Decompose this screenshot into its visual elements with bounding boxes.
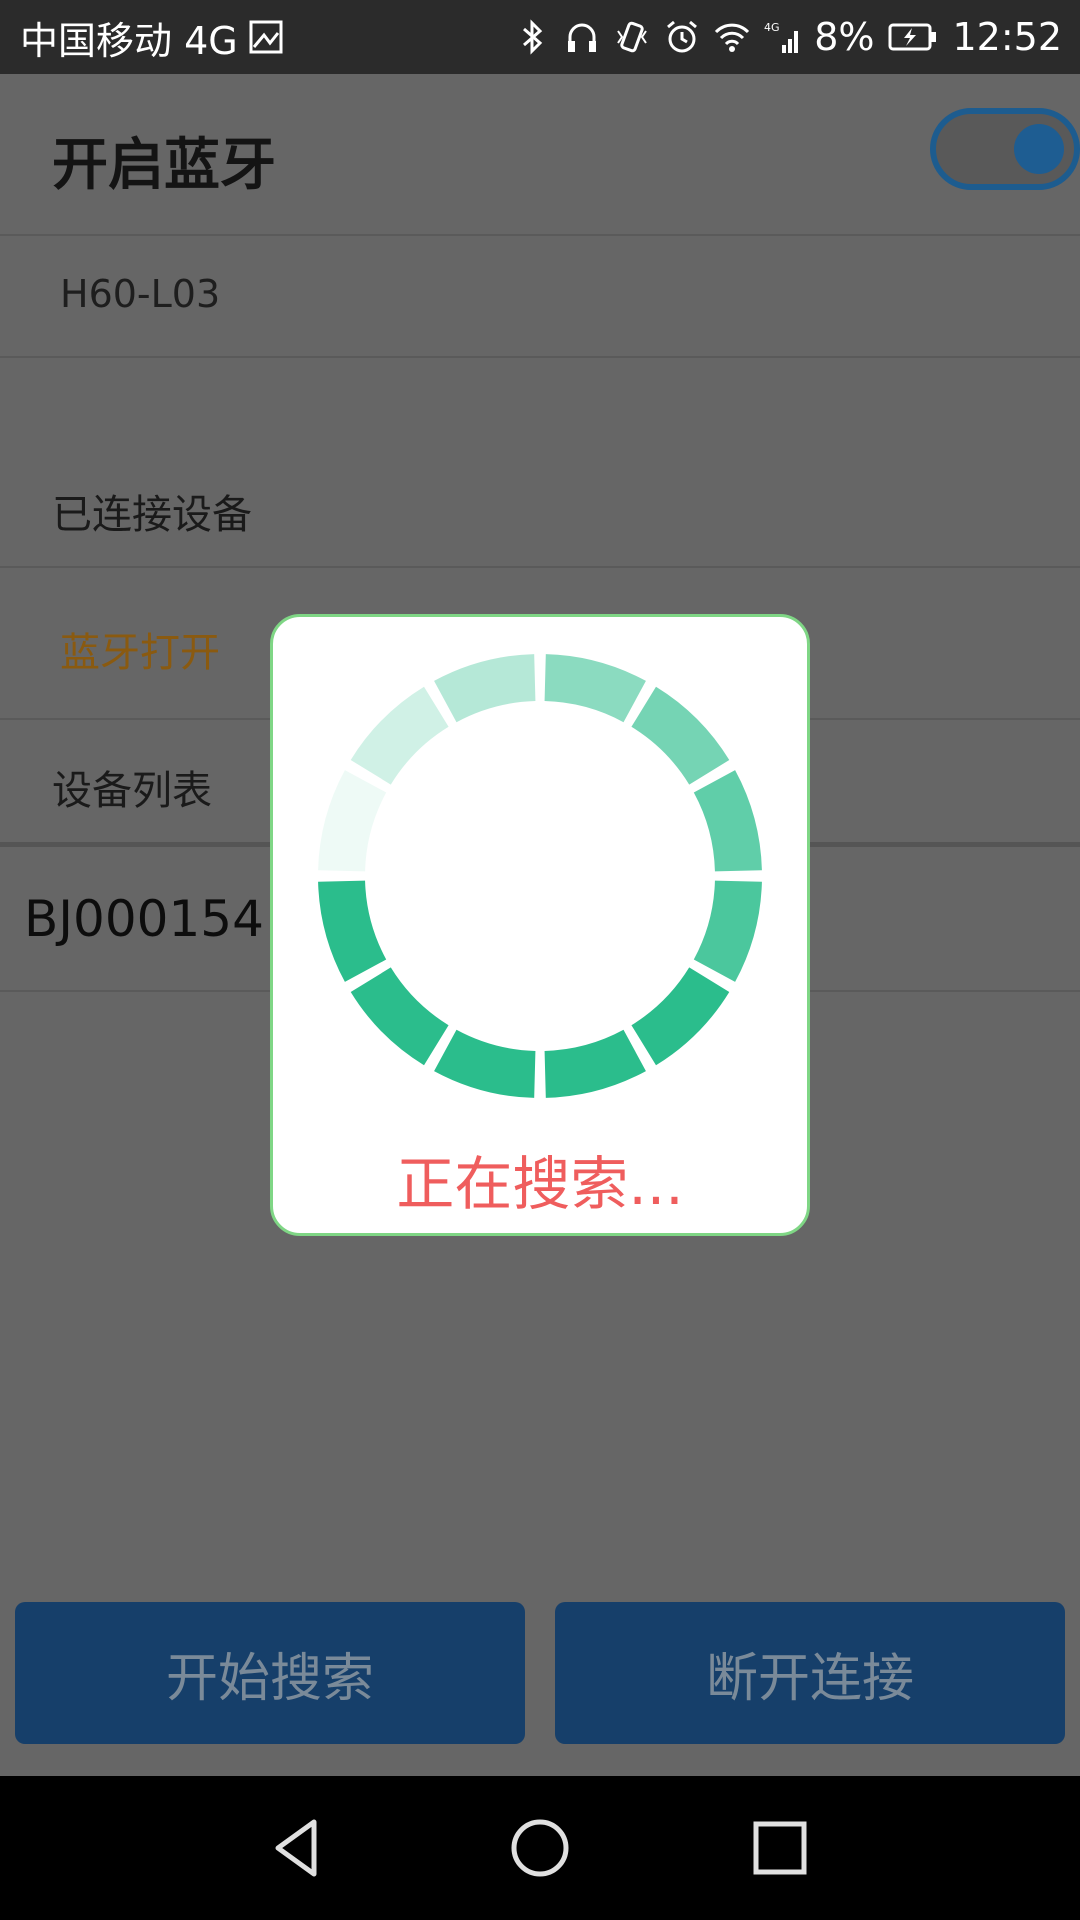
spinner-segment: [350, 686, 449, 785]
vibrate-icon: [614, 19, 650, 55]
back-icon[interactable]: [264, 1812, 336, 1884]
spinner-segment: [693, 880, 762, 982]
status-bar: 中国移动 4G 4G 8% 12:52: [0, 0, 1080, 74]
spinner-segment: [693, 770, 762, 872]
network-type-label: 4G: [764, 21, 780, 34]
navigation-bar: [0, 1776, 1080, 1920]
spinner-segment: [544, 1029, 646, 1098]
divider: [0, 234, 1080, 236]
searching-dialog: 正在搜索...: [270, 614, 810, 1236]
home-icon[interactable]: [504, 1812, 576, 1884]
battery-percent: 8%: [814, 15, 875, 59]
spinner-segment: [631, 686, 730, 785]
connected-devices-label: 已连接设备: [52, 492, 252, 538]
spinner-segment: [631, 967, 730, 1066]
spinner-segment: [434, 654, 536, 723]
spinner-segment: [318, 880, 387, 982]
spinner-segment: [318, 770, 387, 872]
status-bar-left: 中国移动 4G: [20, 0, 284, 74]
toggle-knob: [1014, 124, 1064, 174]
carrier-label: 中国移动 4G: [20, 18, 238, 63]
spinner-segment: [434, 1029, 536, 1098]
battery-charging-icon: [888, 19, 938, 55]
searching-message: 正在搜索...: [396, 1150, 684, 1218]
alarm-icon: [664, 19, 700, 55]
divider: [0, 566, 1080, 568]
status-bar-right: 4G 8% 12:52: [514, 0, 1062, 74]
loading-spinner-icon: [318, 654, 762, 1098]
disconnect-button[interactable]: 断开连接: [555, 1602, 1065, 1744]
recents-icon[interactable]: [744, 1812, 816, 1884]
image-icon: [248, 19, 284, 55]
spinner-segment: [544, 654, 646, 723]
divider: [0, 356, 1080, 358]
headphones-icon: [564, 19, 600, 55]
bluetooth-toggle[interactable]: [930, 108, 1080, 190]
wifi-icon: [714, 19, 750, 55]
spinner-segment: [350, 967, 449, 1066]
bluetooth-icon: [514, 19, 550, 55]
local-device-name: H60-L03: [60, 272, 221, 316]
start-search-button[interactable]: 开始搜索: [15, 1602, 525, 1744]
page-title: 开启蓝牙: [52, 133, 276, 198]
signal-icon: 4G: [764, 19, 800, 55]
clock: 12:52: [952, 15, 1062, 59]
